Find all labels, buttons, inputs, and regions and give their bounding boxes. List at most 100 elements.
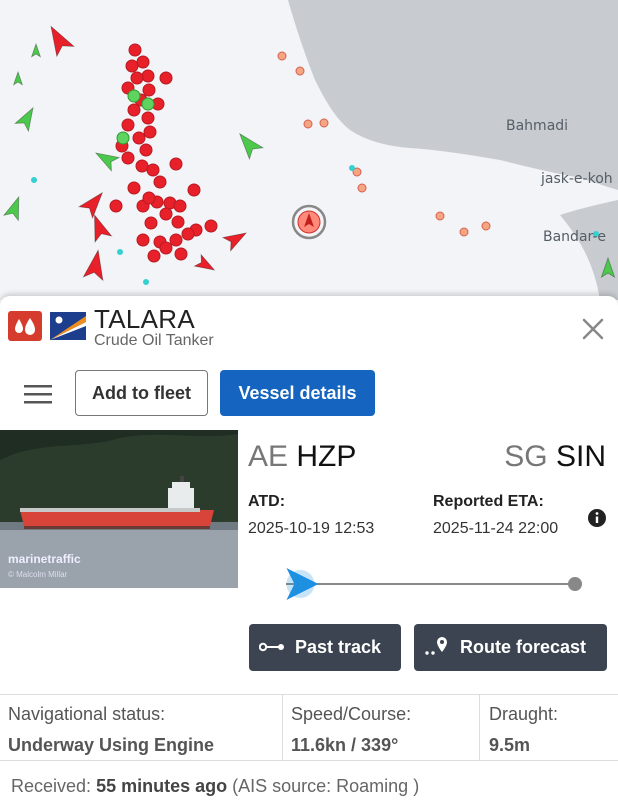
vessel-marker[interactable] [121, 151, 135, 165]
vessel-arrow-marker[interactable] [233, 128, 265, 161]
departure-port-code: HZP [296, 440, 357, 473]
destination-port[interactable]: SG SIN [504, 440, 606, 474]
vessel-arrow-marker[interactable] [86, 212, 113, 244]
vessel-marker[interactable] [435, 211, 445, 221]
add-to-fleet-button[interactable]: Add to fleet [75, 370, 208, 416]
vessel-photo[interactable]: marinetraffic © Malcolm Millar [0, 430, 238, 588]
vessel-marker[interactable] [136, 233, 150, 247]
vessel-marker[interactable] [349, 165, 355, 171]
vessel-marker[interactable] [144, 216, 158, 230]
vessel-marker[interactable] [136, 55, 150, 69]
vessel-marker[interactable] [204, 219, 218, 233]
vessel-marker[interactable] [117, 249, 123, 255]
vessel-marker[interactable] [128, 43, 142, 57]
stat-label: Draught: [489, 704, 559, 724]
vessel-arrow-marker[interactable] [42, 21, 76, 58]
vessel-marker[interactable] [146, 163, 160, 177]
map-place-label: jask-e-koh [541, 171, 613, 187]
vessel-marker[interactable] [142, 191, 156, 205]
vessel-marker[interactable] [31, 177, 37, 183]
divider [0, 694, 618, 695]
vessel-marker[interactable] [127, 89, 141, 103]
vessel-marker[interactable] [116, 131, 130, 145]
map-canvas[interactable] [0, 0, 618, 300]
vessel-marker[interactable] [169, 157, 183, 171]
vessel-marker[interactable] [159, 241, 173, 255]
vessel-position-arrow-icon [286, 568, 319, 600]
route-forecast-label: Route forecast [460, 637, 587, 657]
vessel-marker[interactable] [143, 125, 157, 139]
map-place-label: Bandar-e [543, 229, 607, 245]
draught: Draught: 9.5m [489, 704, 558, 756]
vessel-marker[interactable] [171, 215, 185, 229]
vessel-marker[interactable] [357, 183, 367, 193]
map-view[interactable]: Bahmadi jask-e-koh Bandar-e [0, 0, 618, 300]
vessel-marker[interactable] [295, 66, 305, 76]
divider [0, 760, 618, 761]
received-info: Received: 55 minutes ago (AIS source: Ro… [11, 776, 419, 797]
vessel-marker[interactable] [319, 118, 329, 128]
vessel-marker[interactable] [142, 83, 156, 97]
vessel-marker[interactable] [141, 97, 155, 111]
past-track-button[interactable]: Past track [249, 624, 401, 671]
received-time: 55 minutes ago [96, 776, 228, 796]
stat-value: Underway Using Engine [8, 735, 215, 755]
voyage-progress [270, 566, 590, 602]
vessel-marker[interactable] [143, 279, 149, 285]
vessel-arrow-marker[interactable] [14, 104, 40, 133]
vessel-marker[interactable] [127, 181, 141, 195]
vessel-marker[interactable] [125, 59, 139, 73]
vessel-arrow-marker[interactable] [221, 226, 250, 252]
vessel-marker[interactable] [181, 227, 195, 241]
vessel-marker[interactable] [127, 103, 141, 117]
vessel-marker[interactable] [139, 143, 153, 157]
divider [479, 694, 480, 760]
vessel-marker[interactable] [187, 183, 201, 197]
vessel-details-button[interactable]: Vessel details [220, 370, 375, 416]
ais-source: (AIS source: Roaming ) [232, 776, 420, 796]
vessel-marker[interactable] [121, 118, 135, 132]
stat-value: 11.6kn / 339° [291, 735, 399, 755]
vessel-marker[interactable] [153, 175, 167, 189]
vessel-marker[interactable] [159, 207, 173, 221]
route-forecast-button[interactable]: Route forecast [414, 624, 607, 671]
departure-country-code: AE [248, 440, 289, 473]
eta-label: Reported ETA: [433, 493, 544, 510]
vessel-marker[interactable] [132, 131, 146, 145]
vessel-marker[interactable] [303, 119, 313, 129]
info-icon[interactable] [587, 508, 607, 528]
vessel-marker[interactable] [159, 71, 173, 85]
departure-port[interactable]: AE HZP [248, 440, 356, 474]
destination-country-code: SG [504, 440, 548, 473]
vessel-arrow-marker[interactable] [193, 253, 217, 276]
vessel-marker[interactable] [174, 247, 188, 261]
vessel-arrow-marker[interactable] [30, 42, 42, 58]
vessel-marker[interactable] [277, 51, 287, 61]
vessel-marker[interactable] [109, 199, 123, 213]
vessel-marker[interactable] [141, 111, 155, 125]
vessel-marker[interactable] [173, 199, 187, 213]
vessel-marker[interactable] [135, 159, 149, 173]
vessel-type: Crude Oil Tanker [94, 332, 214, 349]
vessel-marker[interactable] [481, 221, 491, 231]
received-prefix: Received: [11, 776, 92, 796]
selected-vessel-marker[interactable] [291, 204, 327, 240]
vessel-marker[interactable] [130, 71, 144, 85]
vessel-arrow-marker[interactable] [2, 194, 26, 222]
vessel-arrow-marker[interactable] [12, 70, 24, 86]
vessel-arrow-marker[interactable] [82, 249, 108, 282]
hamburger-menu-icon[interactable] [22, 383, 54, 407]
vessel-arrow-marker[interactable] [77, 187, 109, 220]
vessel-marker[interactable] [141, 69, 155, 83]
speed-course: Speed/Course: 11.6kn / 339° [291, 704, 411, 756]
stat-label: Speed/Course: [291, 704, 412, 724]
track-line-icon [258, 637, 285, 658]
vessel-marker[interactable] [169, 233, 183, 247]
vessel-marker[interactable] [147, 249, 161, 263]
past-track-label: Past track [295, 637, 382, 657]
vessel-marker[interactable] [459, 227, 469, 237]
coastline-land [288, 0, 618, 190]
vessel-arrow-marker[interactable] [92, 146, 121, 172]
close-icon[interactable] [578, 314, 608, 344]
voyage-destination-dot [568, 577, 582, 591]
